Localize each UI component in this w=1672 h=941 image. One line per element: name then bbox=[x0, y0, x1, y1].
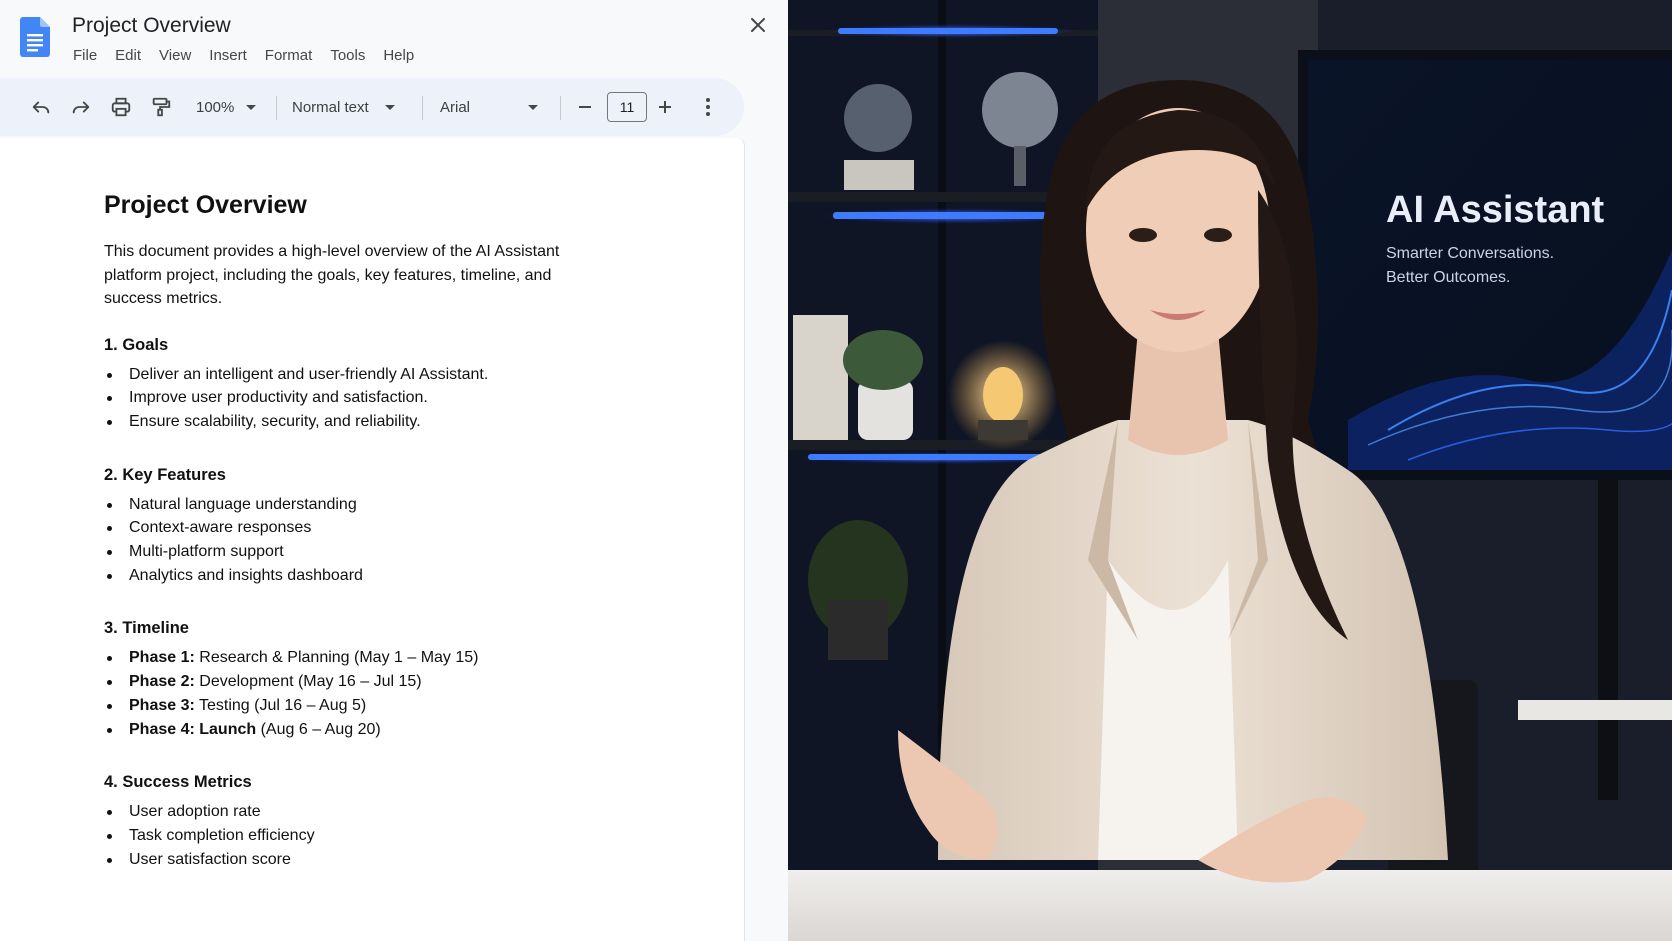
document-body[interactable]: Project Overview This document provides … bbox=[104, 190, 624, 901]
minus-icon bbox=[579, 106, 591, 108]
list-item: Context-aware responses bbox=[104, 516, 624, 540]
presenter-video: AI Assistant Smarter Conversations. Bett… bbox=[788, 0, 1672, 941]
redo-button[interactable] bbox=[66, 78, 96, 136]
menu-insert[interactable]: Insert bbox=[209, 46, 247, 66]
phase-text: Testing (Jul 16 – Aug 5) bbox=[194, 696, 367, 714]
menu-edit[interactable]: Edit bbox=[115, 46, 141, 66]
font-family-select[interactable]: Arial bbox=[440, 78, 546, 136]
menu-view[interactable]: View bbox=[159, 46, 191, 66]
toolbar-divider bbox=[422, 96, 423, 120]
list-item: Analytics and insights dashboard bbox=[104, 564, 624, 588]
decrease-font-size-button[interactable] bbox=[572, 78, 598, 136]
toolbar-divider bbox=[276, 96, 277, 120]
phase-label: Phase 2 bbox=[129, 673, 190, 691]
chevron-down-icon bbox=[384, 105, 395, 110]
section-heading-timeline: 3. Timeline bbox=[104, 619, 189, 638]
list-item: Phase 3: Testing (Jul 16 – Aug 5) bbox=[104, 694, 624, 718]
section-heading-key-features: 2. Key Features bbox=[104, 465, 226, 484]
phase-label: Phase 1 bbox=[129, 649, 190, 667]
document-editor: Project Overview File Edit View Insert F… bbox=[0, 0, 788, 941]
list-item: User satisfaction score bbox=[104, 848, 624, 872]
title-bar: Project Overview File Edit View Insert F… bbox=[0, 0, 788, 76]
close-icon[interactable] bbox=[747, 14, 769, 36]
list-item: Ensure scalability, security, and reliab… bbox=[104, 410, 624, 434]
font-family-value: Arial bbox=[440, 98, 471, 116]
video-frame: AI Assistant Smarter Conversations. Bett… bbox=[788, 0, 1672, 941]
phase-text: Research & Planning (May 1 – May 15) bbox=[194, 649, 479, 667]
menu-tools[interactable]: Tools bbox=[330, 46, 365, 66]
undo-icon bbox=[32, 101, 50, 114]
list-item: Task completion efficiency bbox=[104, 824, 624, 848]
phase-separator: : Launch bbox=[189, 720, 257, 738]
phase-label: Phase 3 bbox=[129, 696, 190, 714]
more-vertical-icon bbox=[706, 98, 710, 116]
section-heading-goals: 1. Goals bbox=[104, 335, 169, 354]
menu-bar: File Edit View Insert Format Tools Help bbox=[73, 46, 432, 66]
screen-subtitle-line1: Smarter Conversations. bbox=[1386, 245, 1554, 262]
list-item: Natural language understanding bbox=[104, 493, 624, 517]
print-icon bbox=[111, 97, 131, 117]
paint-format-icon bbox=[152, 97, 171, 117]
desk bbox=[788, 870, 1672, 941]
metrics-list: User adoption rate Task completion effic… bbox=[104, 800, 624, 871]
features-list: Natural language understanding Context-a… bbox=[104, 493, 624, 588]
paragraph-style-value: Normal text bbox=[292, 98, 369, 116]
timeline-list: Phase 1: Research & Planning (May 1 – Ma… bbox=[104, 646, 624, 741]
increase-font-size-button[interactable] bbox=[652, 78, 678, 136]
phase-label: Phase 4 bbox=[129, 720, 190, 738]
section-heading-success-metrics: 4. Success Metrics bbox=[104, 773, 252, 792]
list-item: Improve user productivity and satisfacti… bbox=[104, 386, 624, 410]
list-item: Phase 4: Launch (Aug 6 – Aug 20) bbox=[104, 718, 624, 742]
document-title[interactable]: Project Overview bbox=[72, 13, 231, 39]
screen-title: AI Assistant bbox=[1386, 189, 1605, 231]
more-options-button[interactable] bbox=[696, 78, 720, 136]
menu-file[interactable]: File bbox=[73, 46, 97, 66]
list-item: Phase 2: Development (May 16 – Jul 15) bbox=[104, 670, 624, 694]
intro-paragraph: This document provides a high-level over… bbox=[104, 243, 560, 307]
plus-icon bbox=[659, 101, 671, 113]
formatting-toolbar: 100% Normal text Arial 11 bbox=[0, 78, 744, 136]
list-item: Deliver an intelligent and user-friendly… bbox=[104, 363, 624, 387]
list-item: Phase 1: Research & Planning (May 1 – Ma… bbox=[104, 646, 624, 670]
paint-format-button[interactable] bbox=[146, 78, 176, 136]
font-size-input[interactable]: 11 bbox=[607, 92, 647, 122]
undo-button[interactable] bbox=[26, 78, 56, 136]
document-heading: Project Overview bbox=[104, 191, 307, 219]
chevron-down-icon bbox=[246, 105, 257, 110]
zoom-select[interactable]: 100% bbox=[196, 78, 262, 136]
list-item: Multi-platform support bbox=[104, 540, 624, 564]
zoom-value: 100% bbox=[196, 98, 235, 116]
paragraph-style-select[interactable]: Normal text bbox=[292, 78, 408, 136]
menu-help[interactable]: Help bbox=[383, 46, 414, 66]
phase-text: Development (May 16 – Jul 15) bbox=[194, 673, 422, 691]
toolbar-divider bbox=[560, 96, 561, 120]
chevron-down-icon bbox=[528, 105, 538, 110]
screen-subtitle-line2: Better Outcomes. bbox=[1386, 269, 1511, 286]
list-item: User adoption rate bbox=[104, 800, 624, 824]
redo-icon bbox=[72, 101, 90, 114]
docs-logo-icon[interactable] bbox=[20, 17, 50, 57]
print-button[interactable] bbox=[106, 78, 136, 136]
goals-list: Deliver an intelligent and user-friendly… bbox=[104, 363, 624, 434]
menu-format[interactable]: Format bbox=[265, 46, 313, 66]
document-page[interactable]: Project Overview This document provides … bbox=[0, 138, 745, 941]
phase-text: (Aug 6 – Aug 20) bbox=[256, 720, 381, 738]
